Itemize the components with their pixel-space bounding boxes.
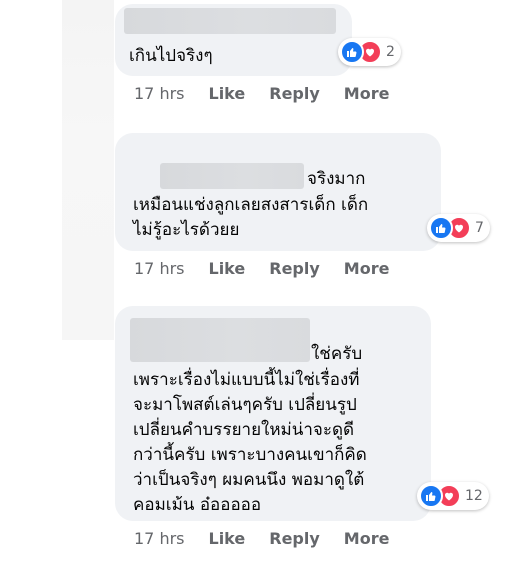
blurred-author-name [124,8,336,34]
comment-time[interactable]: 17 hrs [134,259,185,278]
reply-button[interactable]: Reply [269,259,320,278]
comment-bubble: จริงมาก เหมือนแช่งลูกเลยสงสารเด็ก เด็ก ไ… [115,133,441,251]
comment-text-line: จะมาโพสต์เล่นๆครับ เปลี่ยนรูป [133,395,357,415]
comment-text-line: เหมือนแช่งลูกเลยสงสารเด็ก เด็ก [133,195,369,215]
reaction-count: 2 [386,44,395,60]
comment-text-line: ใช่ครับ [311,344,363,364]
reply-button[interactable]: Reply [269,84,320,103]
comment-text-line: เปลี่ยนคำบรรยายใหม่น่าจะดูดี [133,420,355,440]
comment-actions: 17 hrs Like Reply More [134,259,413,278]
reaction-summary[interactable]: 2 [338,38,401,66]
thumbs-up-icon [429,216,453,240]
comment-actions: 17 hrs Like Reply More [134,529,413,548]
thumbs-up-icon [419,484,443,508]
comment-bubble: ใช่ครับ เพราะเรื่องไม่แบบนี้ไม่ใช่เรื่อง… [115,306,431,521]
thumbs-up-icon [340,40,364,64]
comment-actions: 17 hrs Like Reply More [134,84,413,103]
reply-button[interactable]: Reply [269,529,320,548]
more-button[interactable]: More [344,259,390,278]
more-button[interactable]: More [344,84,390,103]
like-button[interactable]: Like [209,529,246,548]
comment-bubble: เกินไปจริงๆ [115,4,352,76]
comment-text-line: คอมเม้น อ๋อออออ [133,495,262,515]
comment-text: เกินไปจริงๆ [129,46,213,66]
comment-text-line: ไม่รู้อะไรด้วยย [133,220,240,240]
like-button[interactable]: Like [209,84,246,103]
like-button[interactable]: Like [209,259,246,278]
comment-text-line: กว่านี้ครับ เพราะบางคนเขาก็คิด [133,445,367,465]
comment-text-line: ว่าเป็นจริงๆ ผมคนนึง พอมาดูใต้ [133,470,365,490]
blurred-author-name [160,163,304,189]
blurred-avatar-area [62,0,114,340]
comment-time[interactable]: 17 hrs [134,84,185,103]
reaction-summary[interactable]: 7 [427,214,490,242]
comment-time[interactable]: 17 hrs [134,529,185,548]
reaction-count: 12 [465,488,483,504]
reaction-count: 7 [475,220,484,236]
more-button[interactable]: More [344,529,390,548]
blurred-author-name [130,318,310,362]
comment-text-line: เพราะเรื่องไม่แบบนี้ไม่ใช่เรื่องที่ [133,370,360,390]
reaction-summary[interactable]: 12 [417,482,489,510]
comment-text-line: จริงมาก [307,169,366,189]
